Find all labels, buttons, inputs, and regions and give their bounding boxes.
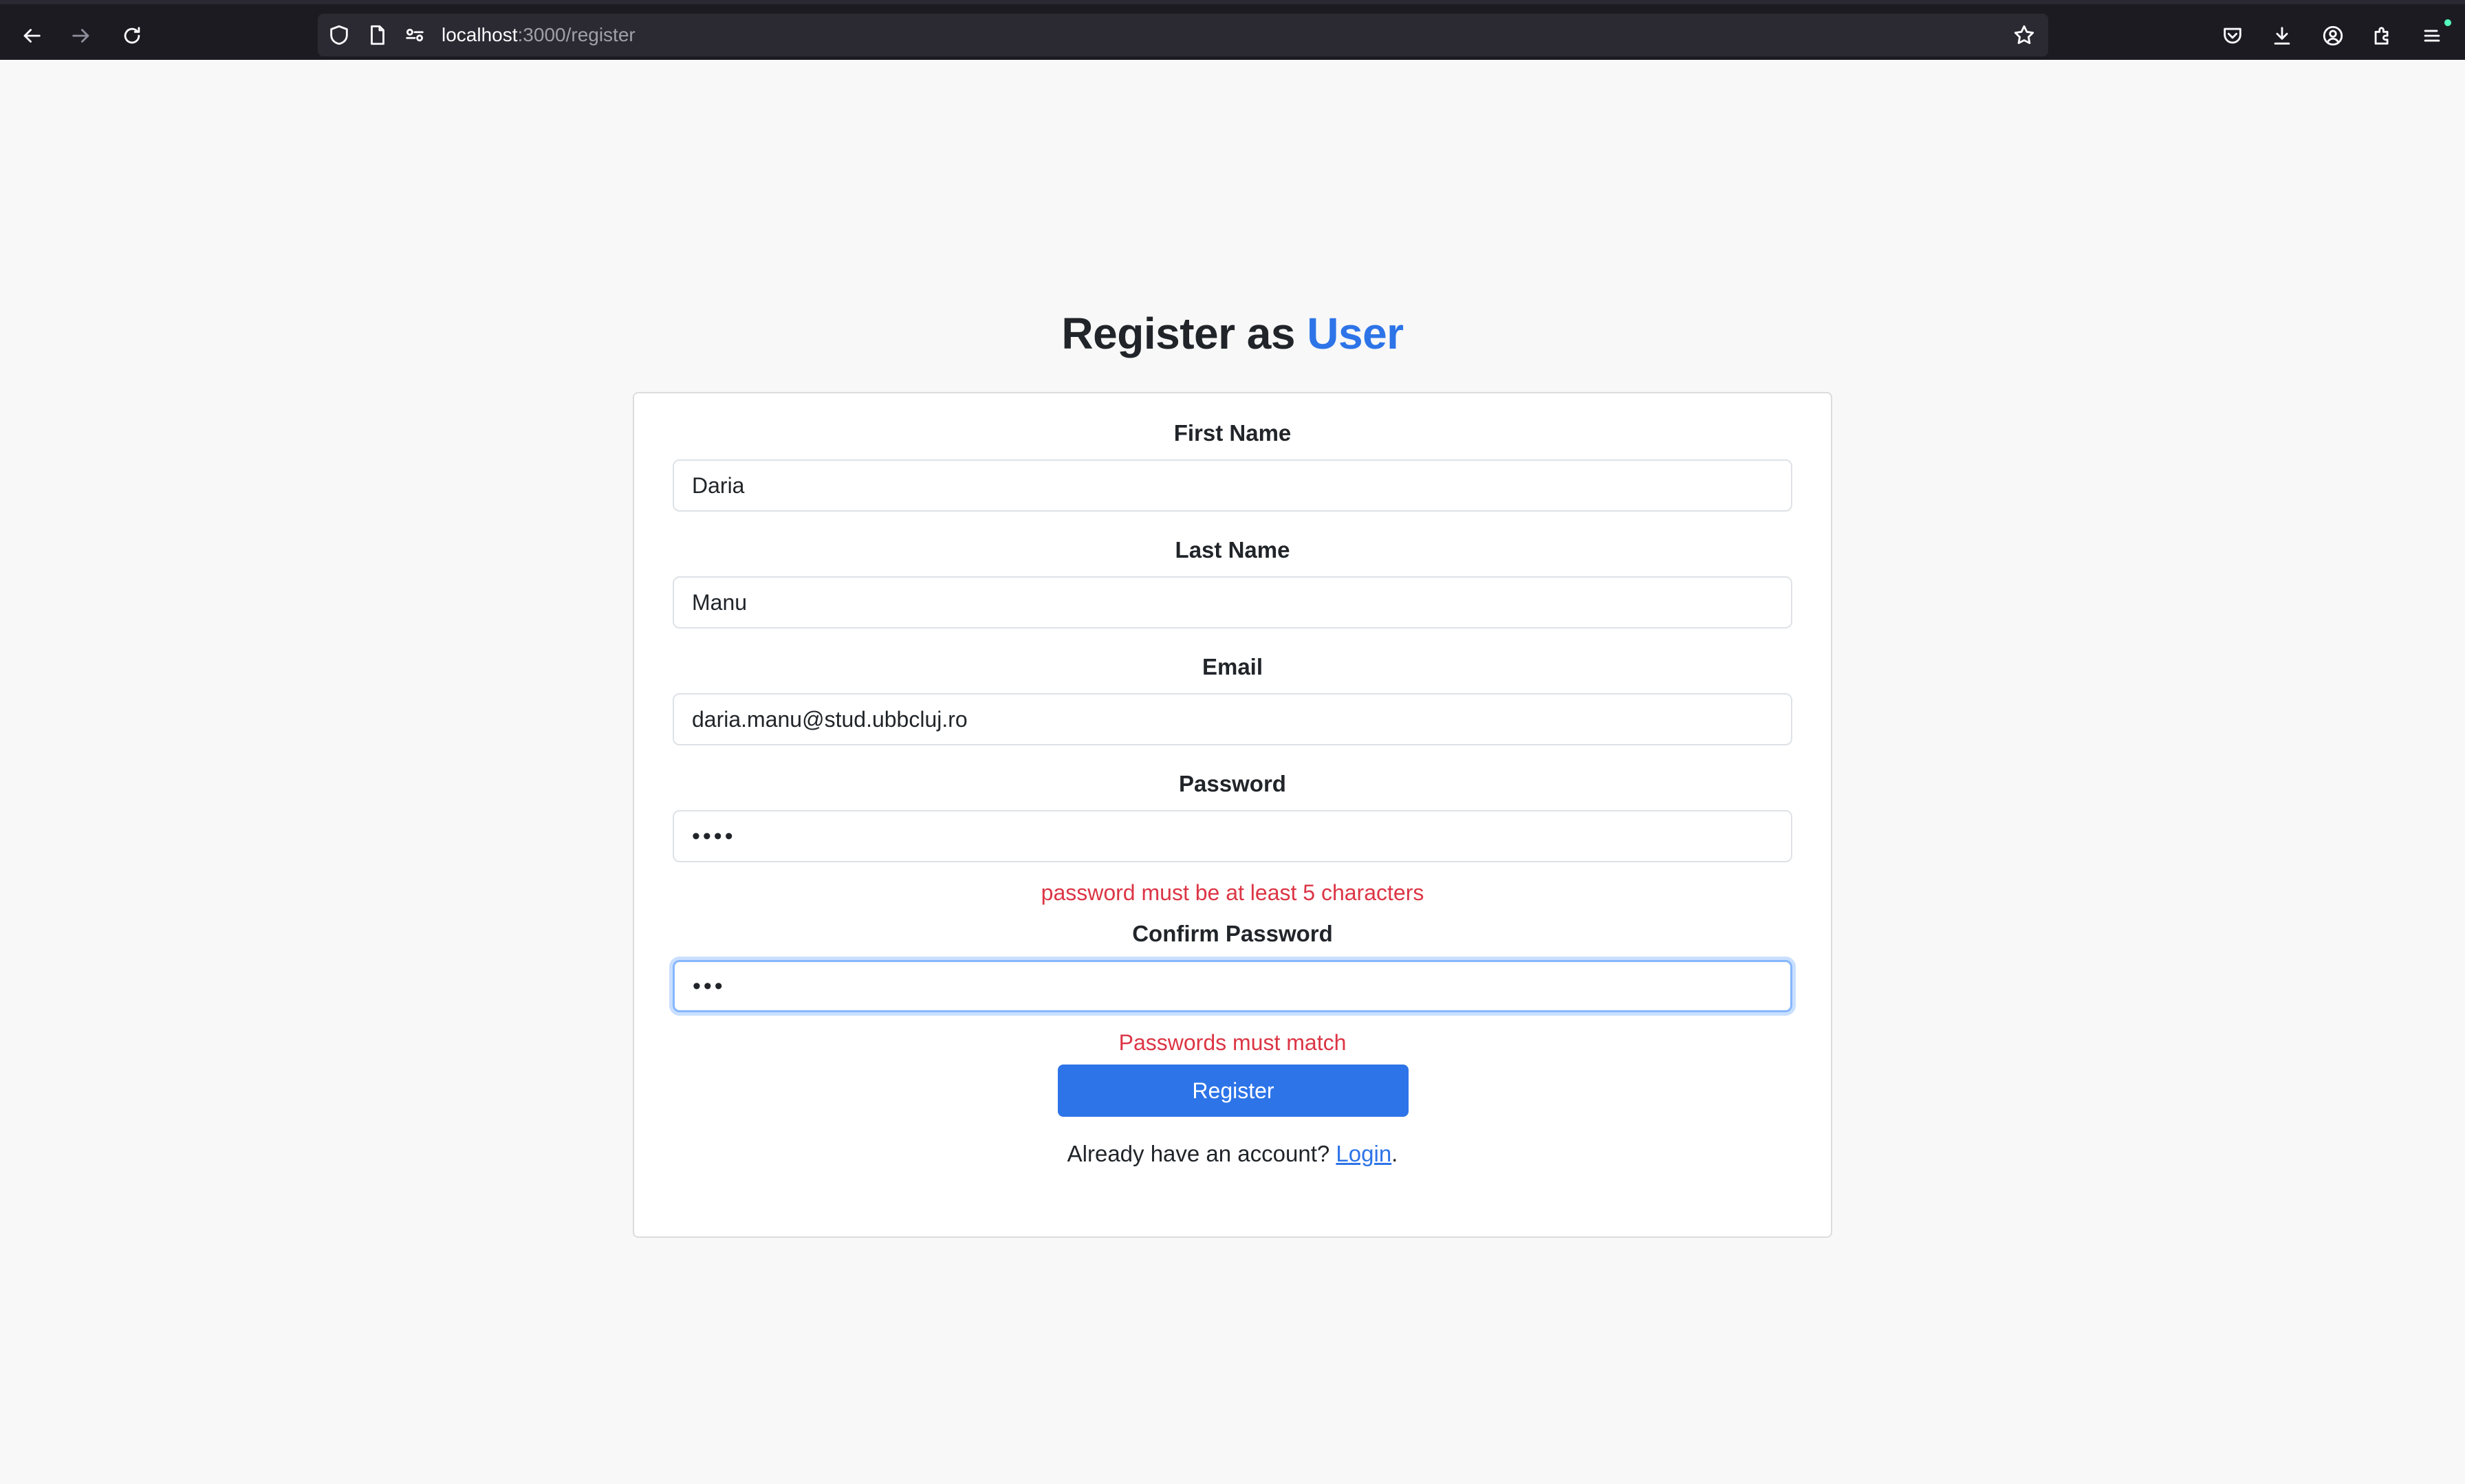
title-accent: User [1307, 309, 1404, 358]
reload-icon [124, 27, 140, 44]
arrow-left-icon [23, 29, 41, 43]
arrow-right-icon [72, 29, 89, 43]
confirm-password-error: Passwords must match [1118, 1030, 1347, 1055]
pocket-icon [2224, 28, 2241, 44]
email-label: Email [1202, 654, 1263, 679]
downloads-button[interactable] [2263, 17, 2301, 55]
title-prefix: Register as [1061, 309, 1295, 358]
hamburger-menu-icon [2424, 30, 2440, 42]
update-badge [2444, 19, 2451, 26]
shield-icon[interactable] [327, 23, 351, 47]
register-form: First Name Last Name Email Password pass… [633, 392, 1832, 1238]
menu-button[interactable] [2413, 17, 2451, 55]
url-bar[interactable]: localhost:3000/register [318, 14, 2048, 56]
confirm-password-input[interactable] [673, 960, 1792, 1012]
puzzle-icon [2374, 27, 2389, 45]
register-button[interactable]: Register [1058, 1065, 1409, 1117]
account-icon [2323, 25, 2343, 46]
reload-button[interactable] [113, 17, 151, 55]
first-name-label: First Name [1173, 420, 1292, 446]
login-prompt-suffix: . [1391, 1141, 1398, 1166]
back-button[interactable] [12, 17, 51, 55]
star-icon[interactable] [2012, 23, 2036, 47]
permissions-icon[interactable] [403, 23, 426, 47]
confirm-password-label: Confirm Password [1132, 921, 1333, 946]
login-link[interactable]: Login [1336, 1141, 1391, 1166]
pocket-button[interactable] [2213, 17, 2252, 55]
last-name-label: Last Name [1175, 537, 1290, 563]
account-button[interactable] [2314, 17, 2352, 55]
last-name-input[interactable] [673, 576, 1792, 629]
url-host: localhost [442, 24, 518, 45]
url-path: :3000/register [517, 24, 636, 45]
download-icon [2274, 27, 2290, 45]
first-name-input[interactable] [673, 459, 1792, 512]
page-title: Register as User [0, 303, 2465, 364]
email-input[interactable] [673, 693, 1792, 745]
password-error: password must be at least 5 characters [1041, 880, 1424, 905]
browser-toolbar: localhost:3000/register [0, 0, 2465, 60]
password-input[interactable] [673, 810, 1792, 862]
login-prompt-text: Already have an account? [1067, 1141, 1330, 1166]
page-icon [371, 25, 384, 45]
forward-button[interactable] [62, 17, 100, 55]
extensions-button[interactable] [2363, 17, 2402, 55]
url-text[interactable]: localhost:3000/register [442, 23, 636, 47]
login-prompt: Already have an account? Login. [634, 1140, 1831, 1168]
password-label: Password [1179, 771, 1286, 796]
